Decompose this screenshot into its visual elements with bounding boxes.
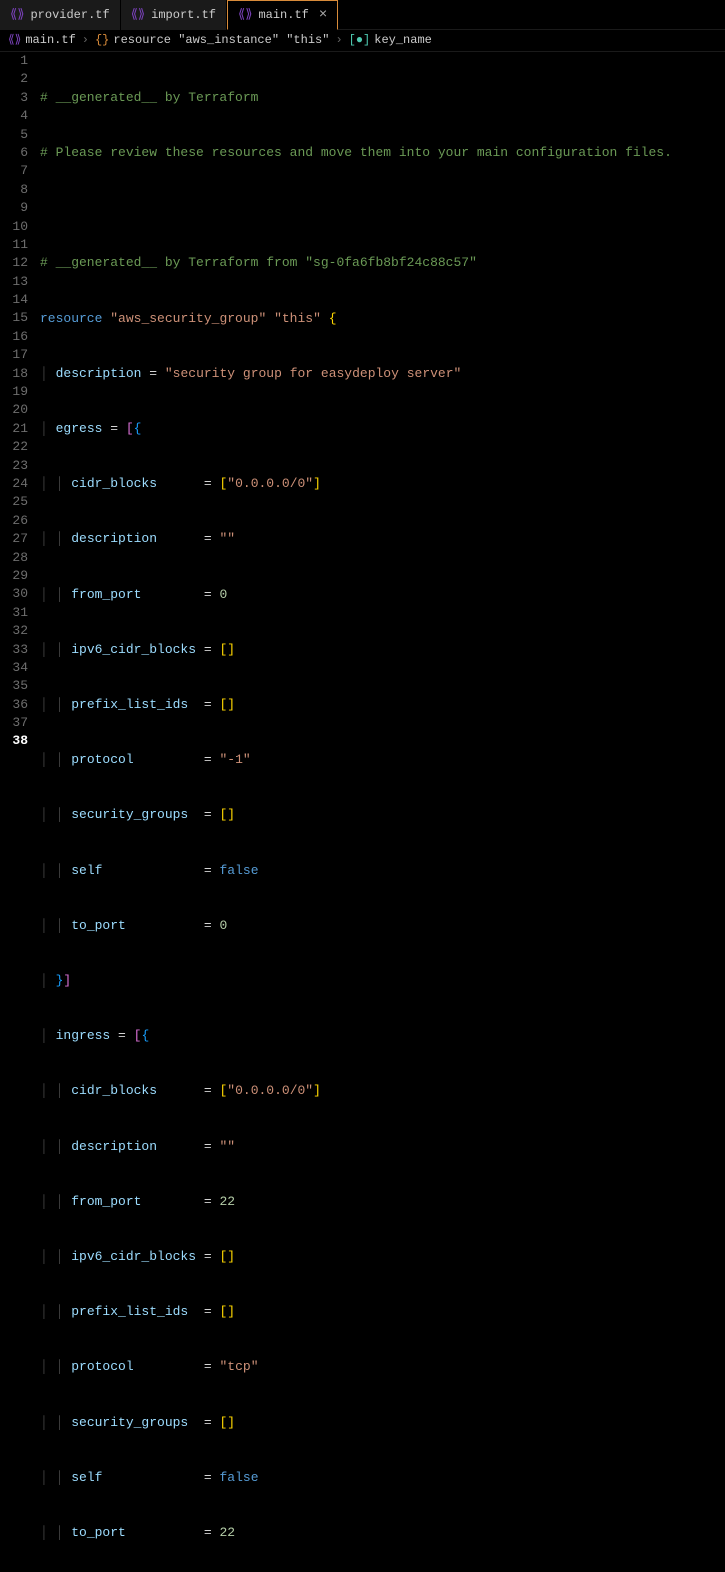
code-line: # Please review these resources and move… [40, 144, 725, 162]
breadcrumb-attr[interactable]: key_name [374, 31, 432, 49]
chevron-right-icon: › [333, 31, 344, 49]
code-line: │ │ description = "" [40, 1138, 725, 1156]
terraform-icon: ⟪⟫ [8, 31, 21, 49]
close-icon[interactable]: × [315, 6, 327, 24]
tab-label: import.tf [151, 6, 216, 24]
code-line: │ │ self = false [40, 1469, 725, 1487]
tab-import[interactable]: ⟪⟫ import.tf [121, 0, 227, 30]
tab-main[interactable]: ⟪⟫ main.tf × [227, 0, 338, 30]
code-line [40, 199, 725, 217]
code-line: │ description = "security group for easy… [40, 365, 725, 383]
code-line: │ │ cidr_blocks = ["0.0.0.0/0"] [40, 1082, 725, 1100]
terraform-icon: ⟪⟫ [10, 6, 24, 24]
code-editor[interactable]: 1234567891011121314151617181920212223242… [0, 52, 725, 1572]
breadcrumb-resource[interactable]: resource "aws_instance" "this" [113, 31, 329, 49]
line-gutter: 1234567891011121314151617181920212223242… [0, 52, 40, 1572]
code-line: │ }] [40, 972, 725, 990]
terraform-icon: ⟪⟫ [238, 6, 252, 24]
code-line: # __generated__ by Terraform from "sg-0f… [40, 254, 725, 272]
code-line: │ │ from_port = 0 [40, 586, 725, 604]
code-line: │ │ cidr_blocks = ["0.0.0.0/0"] [40, 475, 725, 493]
editor-tabs: ⟪⟫ provider.tf ⟪⟫ import.tf ⟪⟫ main.tf × [0, 0, 725, 30]
code-line: │ ingress = [{ [40, 1027, 725, 1045]
code-line: │ │ security_groups = [] [40, 1414, 725, 1432]
code-line: │ │ from_port = 22 [40, 1193, 725, 1211]
tab-label: provider.tf [30, 6, 109, 24]
code-line: resource "aws_security_group" "this" { [40, 310, 725, 328]
code-line: │ │ security_groups = [] [40, 806, 725, 824]
code-line: │ │ protocol = "-1" [40, 751, 725, 769]
code-line: │ │ protocol = "tcp" [40, 1358, 725, 1376]
chevron-right-icon: › [80, 31, 91, 49]
breadcrumb-file[interactable]: main.tf [25, 31, 75, 49]
code-line: │ │ prefix_list_ids = [] [40, 696, 725, 714]
terraform-icon: ⟪⟫ [131, 6, 145, 24]
code-line: │ │ ipv6_cidr_blocks = [] [40, 1248, 725, 1266]
code-line: │ │ ipv6_cidr_blocks = [] [40, 641, 725, 659]
code-line: │ │ to_port = 0 [40, 917, 725, 935]
code-line: │ egress = [{ [40, 420, 725, 438]
code-area[interactable]: # __generated__ by Terraform # Please re… [40, 52, 725, 1572]
tab-label: main.tf [258, 6, 308, 24]
breadcrumbs: ⟪⟫ main.tf › {} resource "aws_instance" … [0, 30, 725, 52]
code-line: │ │ description = "" [40, 530, 725, 548]
code-line: │ │ self = false [40, 862, 725, 880]
code-line: │ │ to_port = 22 [40, 1524, 725, 1542]
symbol-icon: [●] [349, 31, 371, 49]
tab-provider[interactable]: ⟪⟫ provider.tf [0, 0, 121, 30]
code-line: # __generated__ by Terraform [40, 89, 725, 107]
code-line: │ │ prefix_list_ids = [] [40, 1303, 725, 1321]
symbol-icon: {} [95, 31, 109, 49]
